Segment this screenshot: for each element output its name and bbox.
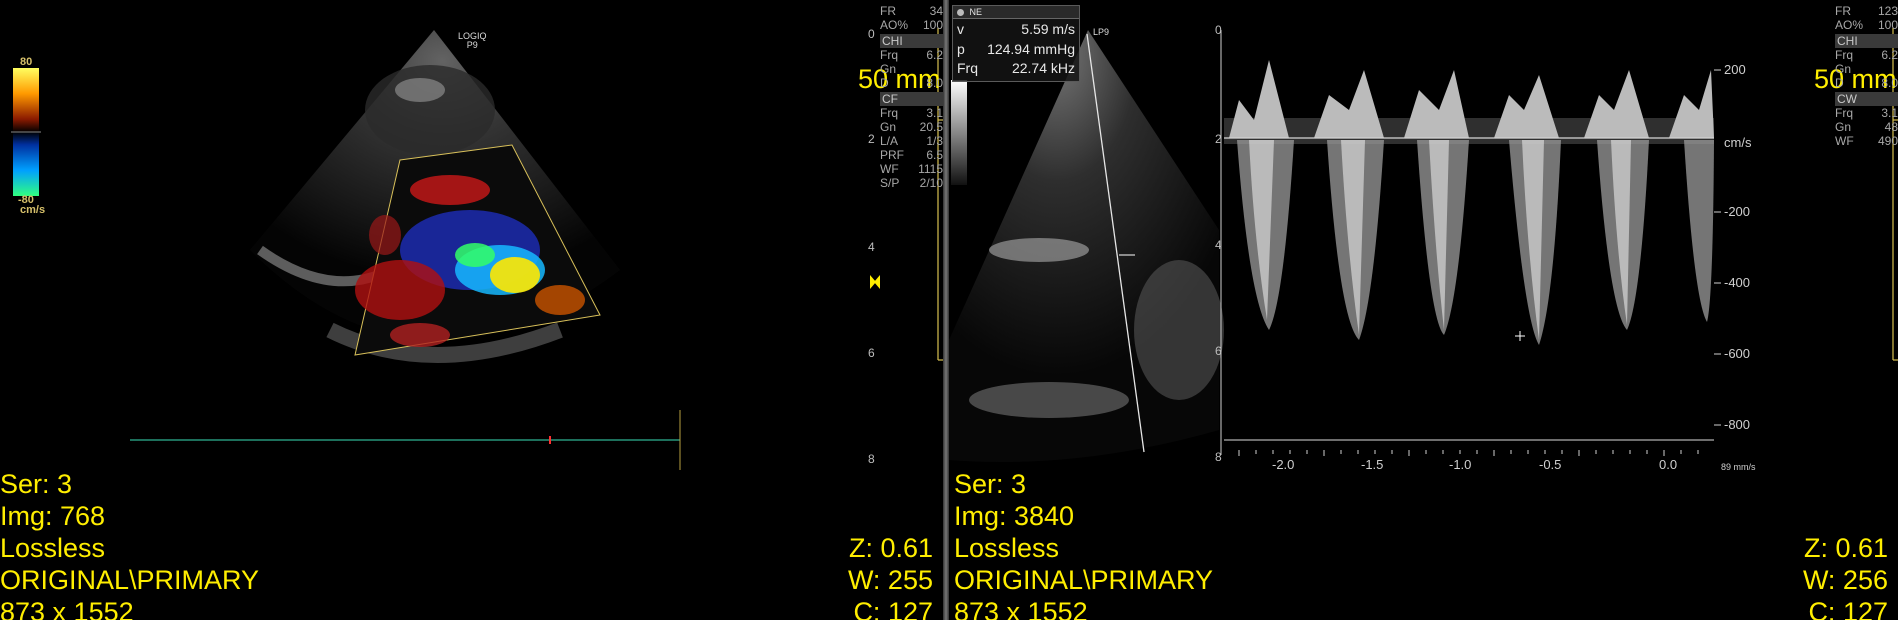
- velocity-label-m800: -800: [1724, 417, 1751, 432]
- depth-tick-4: 4: [868, 240, 875, 254]
- compression-label: Lossless: [954, 533, 1060, 563]
- dimensions-label: 873 x 1552: [954, 597, 1088, 620]
- scan-params-panel: FR 34 AO% 100 CHI Frq 6.2 Gn D 8.0 CF Frq 3.1…: [880, 4, 943, 190]
- time-label-m2: -2.0: [1272, 457, 1295, 472]
- sweep-speed-label: 89 mm/s: [1721, 462, 1756, 472]
- series-label: Ser: 3: [954, 469, 1027, 499]
- left-viewport[interactable]: LOGIQ P9 80 -80 cm/s 0 2 4 6 8 50 mm FR 3…: [0, 0, 943, 620]
- velocity-unit: cm/s: [1724, 135, 1752, 150]
- window-center-label: C: 127: [1808, 597, 1888, 620]
- depth-tick-6: 6: [1215, 344, 1222, 358]
- window-center-label: C: 127: [853, 597, 933, 620]
- velocity-label-m600: -600: [1724, 346, 1751, 361]
- velocity-label-m200: -200: [1724, 204, 1751, 219]
- record-icon: [957, 9, 964, 17]
- cw-doppler-image: [949, 28, 1898, 462]
- zoom-label: Z: 0.61: [848, 533, 933, 563]
- depth-tick-2: 2: [868, 132, 875, 146]
- time-label-m1: -1.0: [1449, 457, 1472, 472]
- compression-label: Lossless: [0, 533, 106, 563]
- image-type-label: ORIGINAL\PRIMARY: [954, 565, 1214, 595]
- depth-tick-0: 0: [1215, 23, 1222, 37]
- measurement-box[interactable]: NE v 5.59 m/s p 124.94 mmHg Frq 22.74 kH…: [952, 5, 1080, 82]
- frequency-row: Frq 22.74 kHz: [957, 60, 1075, 76]
- pressure-row: p 124.94 mmHg: [957, 41, 1075, 57]
- measurement-title: NE: [953, 6, 1079, 19]
- depth-tick-4: 4: [1215, 238, 1222, 252]
- image-number-label: Img: 3840: [954, 501, 1075, 531]
- depth-tick-6: 6: [868, 346, 875, 360]
- scan-params-panel: FR 123 AO% 100 CHI Frq 6.2 Gn D 8.0 CW Frq 3.…: [1835, 4, 1898, 148]
- velocity-label-m400: -400: [1724, 275, 1751, 290]
- colorbar-unit-label: cm/s: [20, 204, 46, 216]
- series-label: Ser: 3: [0, 469, 73, 499]
- zoom-label: Z: 0.61: [1803, 533, 1888, 563]
- colorbar-top-label: 80: [20, 56, 33, 68]
- velocity-row: v 5.59 m/s: [957, 21, 1075, 37]
- right-viewport[interactable]: LP9 0 2 4 6 8 200 cm/s -200 -400 -600 -8…: [949, 0, 1898, 620]
- depth-tick-8: 8: [868, 452, 875, 466]
- window-width-label: W: 256: [1802, 565, 1888, 595]
- dimensions-label: 873 x 1552: [0, 597, 134, 620]
- time-label-0: 0.0: [1659, 457, 1678, 472]
- depth-tick-0: 0: [868, 27, 875, 41]
- probe-logo: LOGIQ P9: [458, 31, 487, 50]
- image-number-label: Img: 768: [0, 501, 106, 531]
- window-width-label: W: 255: [847, 565, 933, 595]
- depth-tick-8: 8: [1215, 450, 1222, 464]
- time-label-m15: -1.5: [1361, 457, 1384, 472]
- velocity-label-200: 200: [1724, 62, 1746, 77]
- depth-tick-2: 2: [1215, 132, 1222, 146]
- color-doppler-image: [11, 28, 943, 470]
- probe-logo-right: LP9: [1093, 27, 1110, 37]
- image-type-label: ORIGINAL\PRIMARY: [0, 565, 260, 595]
- time-label-m05: -0.5: [1539, 457, 1562, 472]
